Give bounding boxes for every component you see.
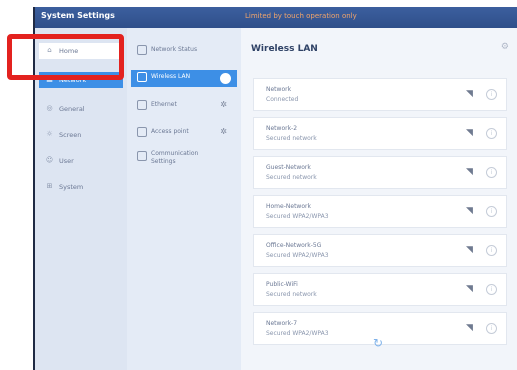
- network-status: Secured WPA2/WPA3: [266, 213, 329, 220]
- page-title: Wireless LAN: [251, 44, 318, 54]
- window-title: System Settings: [41, 11, 115, 20]
- wifi-signal-icon: ◥: [466, 206, 473, 216]
- network-status: Secured network: [266, 135, 317, 142]
- info-icon[interactable]: i: [486, 89, 497, 100]
- nav-item-screen[interactable]: ☼ Screen: [39, 127, 123, 143]
- nav-item-system[interactable]: ⊞ System: [39, 179, 123, 195]
- wifi-icon: [137, 72, 147, 82]
- title-bar: System Settings Limited by touch operati…: [35, 7, 517, 28]
- settings-icon[interactable]: ⚙: [501, 42, 509, 52]
- wifi-signal-icon: ◥: [466, 167, 473, 177]
- network-name: Office-Network-5G: [266, 242, 322, 249]
- nav-item-label: Screen: [59, 131, 82, 139]
- network-row[interactable]: Office-Network-5G Secured WPA2/WPA3 ◥ i: [253, 234, 507, 267]
- sub-item-label: Ethernet: [151, 101, 177, 108]
- network-status: Secured network: [266, 174, 317, 181]
- sub-item-label: Communication: [151, 150, 199, 157]
- info-icon[interactable]: i: [486, 167, 497, 178]
- network-row[interactable]: Network-2 Secured network ◥ i: [253, 117, 507, 150]
- sub-item-ethernet[interactable]: Ethernet ✲: [131, 98, 237, 114]
- info-icon[interactable]: i: [486, 128, 497, 139]
- sub-item-label: Network Status: [151, 46, 198, 53]
- network-name: Public-WiFi: [266, 281, 298, 288]
- network-name: Home-Network: [266, 203, 311, 210]
- user-icon: ☺: [45, 156, 54, 164]
- network-status: Secured WPA2/WPA3: [266, 252, 329, 259]
- gear-icon[interactable]: ✲: [220, 100, 227, 109]
- sub-item-label: Wireless LAN: [151, 73, 191, 80]
- wifi-signal-icon: ◥: [466, 245, 473, 255]
- wifi-signal-icon: ◥: [466, 284, 473, 294]
- system-icon: ⊞: [46, 182, 53, 190]
- info-icon[interactable]: i: [486, 245, 497, 256]
- sub-item-wireless-lan[interactable]: Wireless LAN: [131, 70, 237, 87]
- sub-item-communication-settings[interactable]: Communication Settings: [131, 149, 237, 171]
- subcategory-panel: Network Status Wireless LAN Ethernet ✲ A…: [127, 28, 241, 370]
- ethernet-icon: [137, 100, 147, 110]
- nav-item-label: General: [59, 105, 85, 113]
- network-name: Network-2: [266, 125, 298, 132]
- gear-icon[interactable]: ✲: [220, 127, 227, 136]
- wifi-signal-icon: ◥: [466, 89, 473, 99]
- communication-icon: [137, 151, 147, 161]
- network-name: Network-7: [266, 320, 298, 327]
- access-point-icon: [137, 127, 147, 137]
- status-icon: [137, 45, 147, 55]
- general-icon: ◎: [46, 104, 53, 112]
- highlight-box: [7, 34, 124, 80]
- warning-text: Limited by touch operation only: [245, 12, 357, 20]
- sub-item-network-status[interactable]: Network Status: [131, 43, 237, 59]
- network-status: Connected: [266, 96, 299, 103]
- wifi-signal-icon: ◥: [466, 128, 473, 138]
- network-status: Secured WPA2/WPA3: [266, 330, 329, 337]
- sub-item-access-point[interactable]: Access point ✲: [131, 125, 237, 141]
- network-status: Secured network: [266, 291, 317, 298]
- main-panel: Wireless LAN ⚙ Network Connected ◥ i Net…: [241, 28, 517, 370]
- nav-item-label: System: [59, 183, 84, 191]
- nav-item-user[interactable]: ☺ User: [39, 153, 123, 169]
- sub-item-label-line2: Settings: [151, 158, 176, 165]
- network-row[interactable]: Network Connected ◥ i: [253, 78, 507, 111]
- network-row[interactable]: Home-Network Secured WPA2/WPA3 ◥ i: [253, 195, 507, 228]
- sub-item-label: Access point: [151, 128, 189, 135]
- network-row[interactable]: Public-WiFi Secured network ◥ i: [253, 273, 507, 306]
- wireless-toggle[interactable]: [220, 73, 231, 84]
- wifi-signal-icon: ◥: [466, 323, 473, 333]
- network-name: Guest-Network: [266, 164, 311, 171]
- network-row[interactable]: Guest-Network Secured network ◥ i: [253, 156, 507, 189]
- info-icon[interactable]: i: [486, 206, 497, 217]
- info-icon[interactable]: i: [486, 323, 497, 334]
- network-name: Network: [266, 86, 292, 93]
- nav-item-label: User: [59, 157, 74, 165]
- info-icon[interactable]: i: [486, 284, 497, 295]
- nav-item-general[interactable]: ◎ General: [39, 101, 123, 117]
- screen-icon: ☼: [46, 130, 53, 138]
- refresh-icon[interactable]: ↻: [373, 336, 383, 350]
